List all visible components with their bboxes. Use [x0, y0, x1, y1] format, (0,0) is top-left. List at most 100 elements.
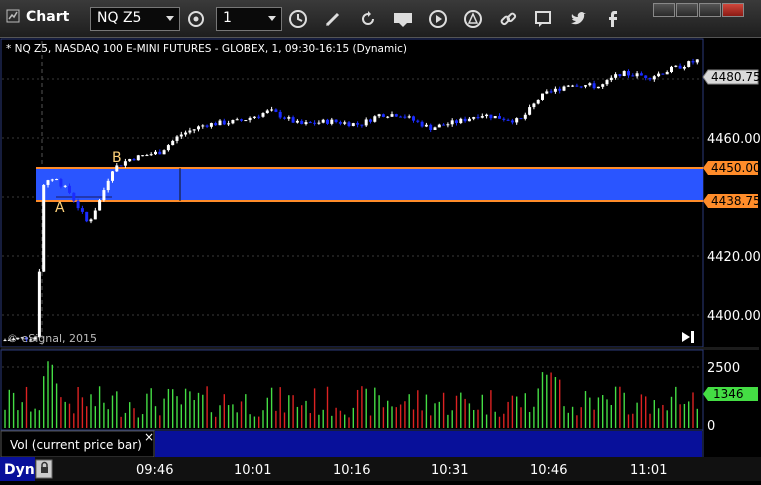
alert-icon[interactable]: [460, 6, 486, 32]
candle-body: [627, 71, 630, 76]
candle-body: [609, 77, 613, 81]
candle-body: [420, 121, 424, 127]
candle-body: [455, 120, 458, 124]
lock-icon[interactable]: [35, 459, 53, 479]
candle-body: [442, 124, 446, 126]
candle-body: [584, 85, 587, 87]
volume-tick-label: 2500: [707, 361, 740, 376]
candle-body: [463, 118, 467, 122]
candle-body: [252, 116, 256, 118]
candle-body: [588, 83, 592, 86]
candle-body: [515, 118, 519, 123]
chevron-down-icon[interactable]: [268, 16, 276, 21]
candle-body: [145, 155, 149, 157]
last-price-tag: 4480.75: [702, 69, 761, 85]
chart-area[interactable]: * NQ Z5, NASDAQ 100 E-MINI FUTURES - GLO…: [0, 37, 761, 459]
twitter-icon[interactable]: [565, 6, 591, 32]
svg-text:4480.75: 4480.75: [711, 70, 761, 84]
window-minimize-button[interactable]: [676, 3, 698, 17]
refresh-icon[interactable]: [355, 6, 381, 32]
candle-body: [205, 125, 209, 127]
candle-body: [287, 117, 291, 119]
candle-body: [437, 124, 441, 128]
candle-body: [321, 119, 325, 123]
symbol-input[interactable]: NQ Z5: [90, 7, 180, 31]
candle-body: [390, 114, 394, 117]
candle-body: [80, 208, 84, 212]
candle-body: [283, 117, 286, 119]
candle-body: [549, 91, 553, 93]
interval-input[interactable]: 1: [216, 7, 282, 31]
candle-body: [575, 85, 579, 87]
x-tick-label: 10:01: [234, 463, 271, 478]
x-tick-label: 11:01: [630, 463, 667, 478]
candle-body: [635, 73, 639, 77]
candle-body: [59, 179, 63, 187]
candle-body: [278, 111, 282, 118]
candle-body: [652, 76, 656, 80]
candle-body: [399, 116, 403, 118]
candle-body: [304, 122, 308, 125]
window-maximize-button[interactable]: [699, 3, 721, 17]
volume-tick-label: 0: [707, 419, 715, 434]
candle-body: [222, 120, 226, 125]
candle-body: [347, 122, 351, 127]
chat-icon[interactable]: [530, 6, 556, 32]
candle-body: [369, 119, 372, 122]
candle-body: [674, 65, 678, 67]
candle-body: [235, 119, 239, 121]
y-tick-label: 4460.00: [707, 132, 761, 147]
time-axis-bar[interactable]: Dyn 09:46 10:01 10:16 10:31 10:46 11:01: [0, 457, 761, 481]
candle-body: [93, 210, 97, 220]
candle-body: [209, 123, 213, 127]
candle-body: [485, 114, 489, 117]
candle-body: [265, 110, 269, 114]
settings-gear-icon[interactable]: [183, 6, 209, 32]
candle-body: [364, 119, 368, 126]
pencil-icon[interactable]: [320, 6, 346, 32]
chevron-down-icon[interactable]: [166, 16, 174, 21]
range-box[interactable]: [36, 168, 703, 201]
candle-body: [412, 116, 415, 121]
window-close-button[interactable]: [722, 3, 744, 17]
candle-body: [132, 158, 136, 161]
link-icon[interactable]: [495, 6, 521, 32]
candle-body: [394, 114, 398, 117]
candle-body: [98, 200, 102, 211]
candle-body: [579, 86, 583, 88]
candle-body: [661, 73, 665, 75]
marker-b: B: [112, 150, 122, 166]
candle-body: [493, 116, 497, 119]
chart-window-icon: [6, 9, 20, 23]
play-icon[interactable]: [425, 6, 451, 32]
candle-body: [670, 66, 673, 73]
candle-body: [502, 118, 506, 120]
candle-body: [128, 158, 132, 162]
candle-body: [136, 155, 140, 161]
facebook-icon[interactable]: [600, 6, 626, 32]
candle-body: [270, 109, 274, 111]
candle-body: [85, 211, 89, 222]
chart-svg[interactable]: * NQ Z5, NASDAQ 100 E-MINI FUTURES - GLO…: [0, 37, 761, 459]
candle-body: [76, 200, 80, 209]
candle-body: [227, 123, 231, 125]
candle-body: [416, 120, 420, 122]
candle-body: [536, 99, 540, 104]
candle-body: [308, 122, 312, 124]
candle-body: [123, 161, 127, 166]
candle-body: [467, 118, 471, 122]
candle-body: [489, 114, 493, 119]
candle-body: [326, 119, 329, 124]
window-help-button[interactable]: [653, 3, 675, 17]
svg-text:1346: 1346: [713, 387, 744, 401]
candle-body: [377, 114, 381, 117]
clock-icon[interactable]: [285, 6, 311, 32]
candle-body: [450, 120, 454, 125]
candle-body: [596, 86, 600, 89]
candle-body: [523, 114, 527, 119]
candle-body: [386, 116, 390, 118]
get-data-icon[interactable]: [390, 6, 416, 32]
upper-price-tag: 4450.00: [703, 161, 761, 175]
close-study-icon[interactable]: ×: [144, 430, 154, 444]
price-axis[interactable]: [703, 39, 759, 347]
